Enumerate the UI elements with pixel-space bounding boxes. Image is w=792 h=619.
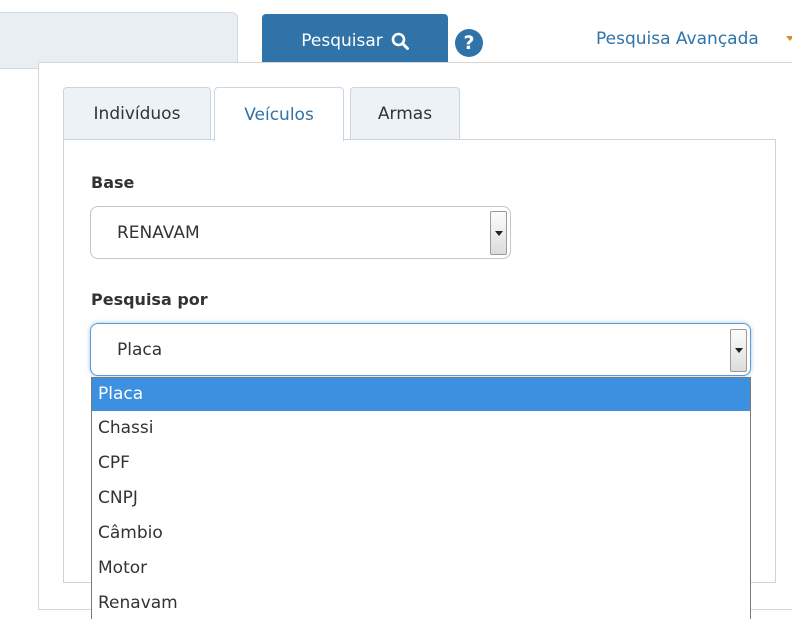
dropdown-option[interactable]: CNPJ — [92, 481, 750, 516]
search-button-label: Pesquisar — [301, 30, 383, 51]
search-by-select[interactable]: Placa — [90, 323, 751, 376]
search-by-label: Pesquisa por — [91, 290, 208, 309]
tab-label: Veículos — [244, 104, 314, 125]
dropdown-option[interactable]: Motor — [92, 551, 750, 586]
dropdown-option[interactable]: Renavam — [92, 586, 750, 619]
chevron-down-icon[interactable] — [490, 211, 507, 255]
search-by-select-value: Placa — [117, 339, 163, 360]
advanced-search-link[interactable]: Pesquisa Avançada — [596, 29, 759, 49]
search-icon — [391, 32, 409, 50]
dropdown-option[interactable]: Placa — [92, 378, 750, 411]
dropdown-option[interactable]: Chassi — [92, 411, 750, 446]
chevron-down-icon[interactable] — [786, 36, 792, 41]
tab-veiculos[interactable]: Veículos — [214, 87, 344, 141]
help-icon[interactable]: ? — [455, 29, 483, 57]
tab-label: Indivíduos — [93, 103, 181, 124]
search-by-dropdown-list: Placa Chassi CPF CNPJ Câmbio Motor Renav… — [91, 377, 751, 619]
chevron-down-icon[interactable] — [730, 329, 747, 372]
dropdown-option[interactable]: CPF — [92, 446, 750, 481]
search-button[interactable]: Pesquisar — [262, 14, 448, 67]
base-label: Base — [91, 173, 135, 192]
tab-armas[interactable]: Armas — [350, 87, 460, 139]
tab-individuos[interactable]: Indivíduos — [63, 87, 211, 139]
dropdown-option[interactable]: Câmbio — [92, 516, 750, 551]
tab-label: Armas — [377, 103, 433, 124]
base-select-value: RENAVAM — [117, 222, 200, 243]
search-input-box[interactable] — [0, 12, 238, 69]
base-select[interactable]: RENAVAM — [90, 206, 511, 259]
